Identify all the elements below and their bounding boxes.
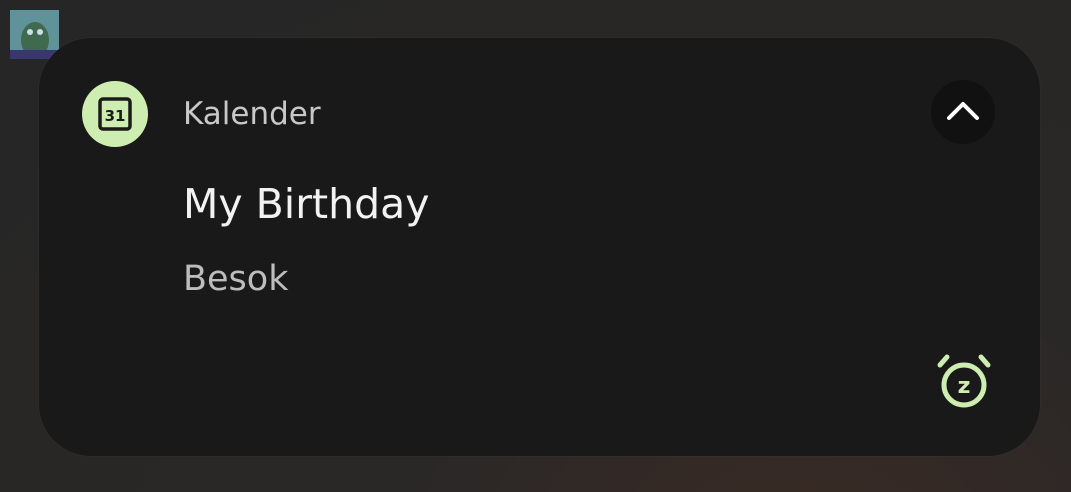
collapse-button[interactable]	[931, 80, 995, 144]
calendar-icon: 31	[98, 97, 132, 131]
wallpaper-thumbnail	[10, 10, 59, 59]
snooze-alarm-icon: z	[937, 354, 991, 408]
snooze-letter: z	[958, 374, 971, 399]
calendar-notification-card[interactable]: 31 Kalender My Birthday Besok z	[39, 38, 1040, 456]
notification-title: My Birthday	[183, 180, 430, 228]
app-name-label: Kalender	[183, 96, 321, 132]
avatar-image	[10, 10, 59, 59]
notification-subtitle: Besok	[183, 259, 289, 299]
calendar-day-number: 31	[105, 107, 126, 125]
chevron-up-icon	[947, 102, 979, 120]
calendar-app-icon: 31	[82, 81, 148, 147]
snooze-button[interactable]: z	[931, 348, 997, 414]
